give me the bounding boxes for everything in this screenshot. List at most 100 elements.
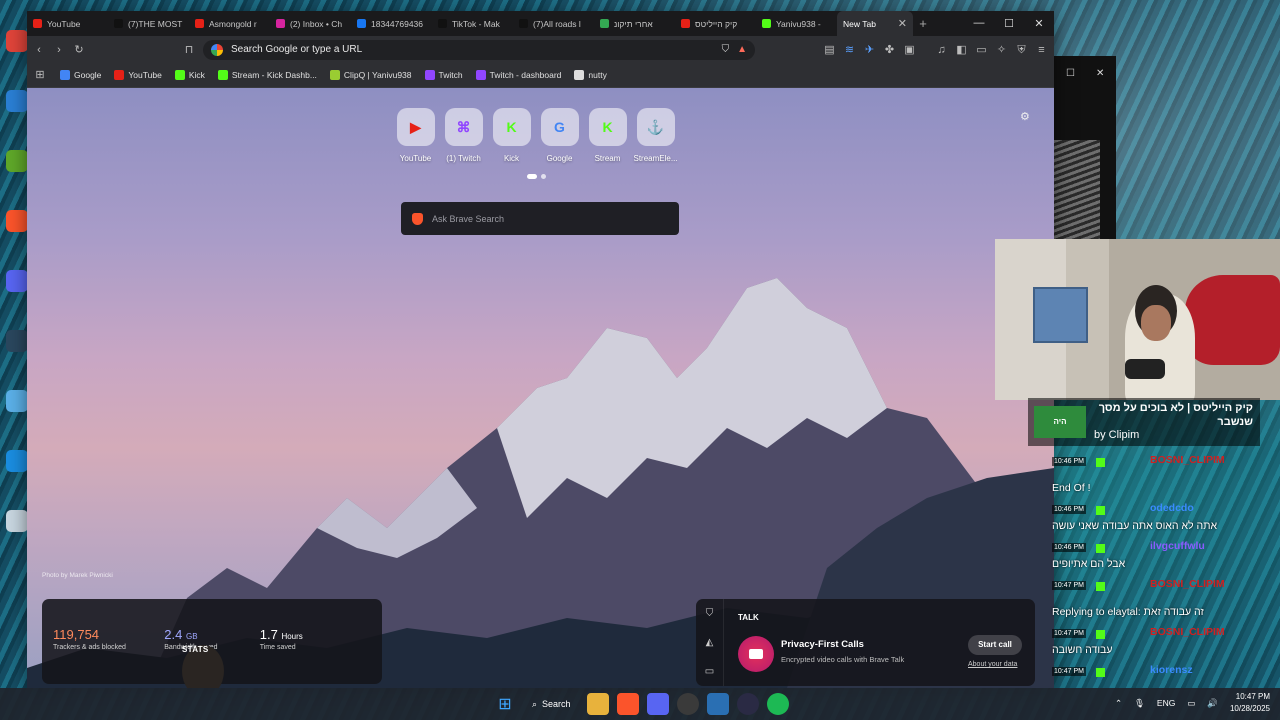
tray-overflow-chevron-icon[interactable]: ⌃ — [1115, 698, 1122, 709]
news-widget-icon[interactable]: ▭ — [705, 666, 714, 677]
browser-window: YouTube (7)THE MOST Asmongold r (2) Inbox •… — [27, 11, 1054, 688]
hoyoverse-desktop-icon[interactable] — [6, 390, 28, 412]
bookmark-favicon-icon — [329, 70, 340, 80]
google-chrome-desktop-icon[interactable] — [6, 30, 28, 52]
recycle-bin-desktop-icon[interactable] — [6, 510, 28, 532]
browser-tab[interactable]: TikTok - Mak — [432, 11, 513, 36]
top-site-tile[interactable]: G Google — [540, 108, 579, 163]
browser-tab[interactable]: קיק הייליטס — [675, 11, 756, 36]
brave-search-box[interactable]: Ask Brave Search — [401, 202, 679, 235]
tab-label: Asmongold r — [209, 18, 257, 29]
steam-desktop-icon[interactable] — [6, 330, 28, 352]
desktop-icons — [0, 30, 28, 570]
chat-time: 10:47 PM — [1052, 581, 1086, 590]
discord-taskbar-icon[interactable] — [646, 693, 669, 715]
top-site-label: StreamEle... — [633, 154, 678, 163]
page-dot-active[interactable] — [527, 174, 537, 179]
bookmark-item[interactable]: Kick — [174, 70, 205, 80]
background-window[interactable]: ☐ ✕ — [1054, 56, 1116, 246]
address-bar[interactable]: Search Google or type a URL ⛉ ▲ — [203, 39, 755, 60]
close-tab-icon[interactable]: ✕ — [898, 17, 907, 30]
leo-ai-icon[interactable]: ✧ — [995, 43, 1008, 57]
back-icon[interactable]: ‹ — [33, 43, 45, 57]
bookmark-item[interactable]: Twitch — [424, 70, 463, 80]
time-saved-stat: 1.7 Hours Time saved — [260, 627, 371, 651]
minimize-icon[interactable]: — — [964, 17, 994, 30]
bookmark-icon[interactable]: ⊓ — [183, 43, 195, 57]
top-site-tile[interactable]: ⚓ StreamEle... — [633, 108, 678, 163]
taskbar-search-label: Search — [542, 699, 571, 709]
file-explorer-icon[interactable] — [586, 693, 609, 715]
network-icon[interactable]: ▭ — [1187, 698, 1195, 709]
close-icon[interactable]: ✕ — [1024, 17, 1054, 30]
battlenet-desktop-icon[interactable] — [6, 450, 28, 472]
close-icon[interactable]: ✕ — [1096, 68, 1104, 79]
clock[interactable]: 10:47 PM 10/28/2025 — [1230, 691, 1270, 715]
top-site-tile[interactable]: ▶ YouTube — [396, 108, 435, 163]
media-icon[interactable]: ♫ — [935, 43, 948, 57]
microphone-icon[interactable]: 🎙 — [1134, 698, 1145, 709]
privacy-shield-icon[interactable]: ⛉ — [706, 608, 714, 619]
screenshot-icon[interactable]: ▣ — [903, 43, 916, 57]
start-windows-icon[interactable]: ⊞ — [494, 693, 516, 715]
app-taskbar-icon[interactable] — [706, 693, 729, 715]
spotify-taskbar-icon[interactable] — [766, 693, 789, 715]
maximize-icon[interactable]: ☐ — [1066, 68, 1075, 79]
browser-tab[interactable]: (2) Inbox • Ch — [270, 11, 351, 36]
browser-tab[interactable]: 18344769436 — [351, 11, 432, 36]
photo-credit[interactable]: Photo by Marek Piwnicki — [42, 572, 113, 579]
google-icon — [211, 43, 223, 56]
browser-tab[interactable]: (7)All roads l — [513, 11, 594, 36]
top-site-tile[interactable]: K Stream — [588, 108, 627, 163]
speedreader-icon[interactable]: ≋ — [843, 43, 856, 57]
bookmark-item[interactable]: ClipQ | Yanivu938 — [329, 70, 412, 80]
language-indicator[interactable]: ENG — [1157, 698, 1175, 708]
new-tab-plus-icon[interactable]: + — [913, 16, 933, 31]
nvidia-desktop-icon[interactable] — [6, 150, 28, 172]
brave-shields-icon[interactable]: ⛉ — [722, 44, 730, 55]
bookmark-item[interactable]: Stream - Kick Dashb... — [217, 70, 317, 80]
bookmark-item[interactable]: Twitch - dashboard — [475, 70, 561, 80]
brave-taskbar-icon[interactable] — [616, 693, 639, 715]
browser-tab[interactable]: Yanivu938 - — [756, 11, 837, 36]
top-site-tile[interactable]: K Kick — [492, 108, 531, 163]
reload-icon[interactable]: ↻ — [73, 43, 85, 57]
bookmark-item[interactable]: nutty — [574, 70, 607, 80]
edge-desktop-icon[interactable] — [6, 90, 28, 112]
top-site-tile[interactable]: ⌘ (1) Twitch — [444, 108, 483, 163]
sidebar-icon[interactable]: ◧ — [955, 43, 968, 57]
page-dot[interactable] — [541, 174, 546, 179]
forward-icon[interactable]: › — [53, 43, 65, 57]
maximize-icon[interactable]: ☐ — [994, 17, 1024, 30]
bandwidth-value: 2.4 — [164, 627, 183, 642]
reader-mode-icon[interactable]: ▤ — [823, 43, 836, 57]
time-value: 1.7 — [259, 627, 278, 642]
browser-tab[interactable]: YouTube — [27, 11, 108, 36]
translate-icon[interactable]: ✈ — [863, 43, 876, 57]
taskbar-search[interactable]: ⌕ Search — [524, 693, 579, 715]
menu-icon[interactable]: ≡ — [1035, 43, 1048, 57]
streamlabs-taskbar-icon[interactable] — [736, 693, 759, 715]
vpn-icon[interactable]: ⛨ — [1015, 43, 1028, 57]
browser-tab[interactable]: אחרי תיקונ — [594, 11, 675, 36]
bookmark-item[interactable]: Google — [60, 70, 101, 80]
obs-taskbar-icon[interactable] — [676, 693, 699, 715]
discord-desktop-icon[interactable] — [6, 270, 28, 292]
about-your-data-link[interactable]: About your data — [968, 661, 1017, 668]
apps-grid-icon[interactable]: ⊞ — [33, 68, 47, 82]
tab-new-tab[interactable]: New Tab ✕ — [837, 11, 913, 36]
brave-rewards-icon[interactable]: ▲ — [737, 44, 747, 55]
bookmark-favicon-icon — [217, 70, 228, 80]
start-call-button[interactable]: Start call — [968, 635, 1022, 655]
bookmark-label: Stream - Kick Dashb... — [231, 70, 317, 80]
browser-tab[interactable]: (7)THE MOST — [108, 11, 189, 36]
browser-tab[interactable]: Asmongold r — [189, 11, 270, 36]
volume-icon[interactable]: 🔊 — [1207, 698, 1218, 709]
brave-desktop-icon[interactable] — [6, 210, 28, 232]
tab-label: (2) Inbox • Ch — [290, 18, 343, 29]
talk-widget-icon[interactable]: ◭ — [706, 637, 714, 648]
extensions-puzzle-icon[interactable]: ✤ — [883, 43, 896, 57]
wallet-icon[interactable]: ▭ — [975, 43, 988, 57]
customize-gear-icon[interactable]: ⚙ — [1020, 110, 1030, 123]
bookmark-item[interactable]: YouTube — [114, 70, 162, 80]
